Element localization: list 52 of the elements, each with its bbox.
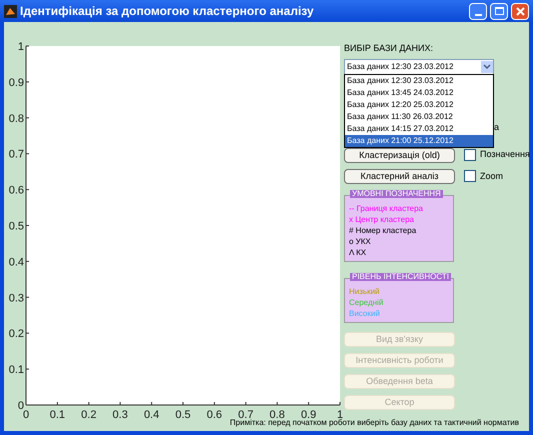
panel-title: УМОВНІ ПОЗНАЧЕННЯ — [350, 190, 443, 198]
window-title: Ідентифікація за допомогою кластерного аналізу — [20, 3, 315, 20]
checkbox[interactable] — [464, 148, 476, 161]
x-tick-label: 0.8 — [270, 409, 285, 421]
dropdown-option[interactable]: База даних 13:45 24.03.2012 — [345, 87, 493, 99]
checkbox-label[interactable]: а — [494, 121, 500, 134]
y-tick-label: 0.5 — [8, 220, 24, 232]
x-tick-label: 0.4 — [144, 409, 160, 421]
legend-entry: о УКХ — [349, 237, 372, 247]
y-tick-label: 1 — [18, 41, 24, 53]
push-button[interactable]: Кластерний аналіз — [344, 169, 455, 184]
push-button[interactable]: Кластеризація (old) — [344, 148, 455, 163]
x-tick-label: 0.2 — [81, 409, 96, 421]
y-tick-label: 0.6 — [8, 184, 24, 197]
note-text: Примітка: перед початком роботи виберіть базу даних та тактичний норматив — [230, 418, 519, 429]
dropdown-option[interactable]: База даних 12:20 25.03.2012 — [345, 99, 493, 111]
legend-entry: # Номер кластера — [349, 226, 418, 236]
section-label: ВИБІР БАЗИ ДАНИХ: — [344, 44, 434, 53]
x-tick-label: 0.3 — [112, 409, 128, 421]
y-tick-label: 0.7 — [8, 148, 24, 161]
y-tick-label: 0.9 — [8, 76, 24, 89]
legend-entry: x Центр кластера — [349, 215, 415, 225]
chevron-down-icon — [481, 61, 493, 73]
maximize-button[interactable] — [490, 2, 508, 20]
close-icon — [516, 6, 524, 16]
checkbox[interactable] — [464, 170, 476, 182]
dropdown-option[interactable]: База даних 21:00 25.12.2012 — [345, 135, 493, 147]
app-icon — [4, 4, 17, 18]
y-tick-label: 0.4 — [8, 256, 24, 268]
database-dropdown[interactable]: База даних 12:30 23.03.2012 — [344, 59, 494, 75]
close-button[interactable] — [511, 2, 529, 20]
minimize-button[interactable] — [469, 2, 487, 20]
x-tick-label: 0.5 — [175, 409, 191, 421]
legend-entry: Λ КХ — [349, 248, 368, 258]
legend-entry: -- Границя кластера — [349, 204, 424, 214]
legend-entry: Низький — [349, 287, 381, 297]
y-tick-label: 0.2 — [8, 328, 24, 340]
x-tick-label: 0.6 — [206, 409, 222, 421]
checkbox-label[interactable]: Zoom — [480, 170, 504, 183]
x-tick-label: 0.9 — [300, 409, 316, 421]
y-tick-label: 0 — [18, 400, 24, 412]
dropdown-option[interactable]: База даних 12:30 23.03.2012 — [345, 75, 493, 87]
y-tick-label: 0.1 — [8, 364, 24, 376]
x-tick-label: 0.1 — [50, 409, 66, 421]
y-tick-label: 0.3 — [8, 292, 24, 304]
dropdown-option[interactable]: База даних 11:30 26.03.2012 — [345, 111, 493, 123]
dropdown-option[interactable]: База даних 14:15 27.03.2012 — [345, 123, 493, 135]
legend-entry: Високий — [349, 309, 381, 319]
x-tick-label: 0 — [22, 409, 30, 421]
panel-title: РІВЕНЬ ІНТЕНСИВНОСТІ — [350, 273, 451, 281]
legend-entry: Середній — [349, 298, 384, 308]
y-tick-label: 0.8 — [8, 112, 24, 125]
